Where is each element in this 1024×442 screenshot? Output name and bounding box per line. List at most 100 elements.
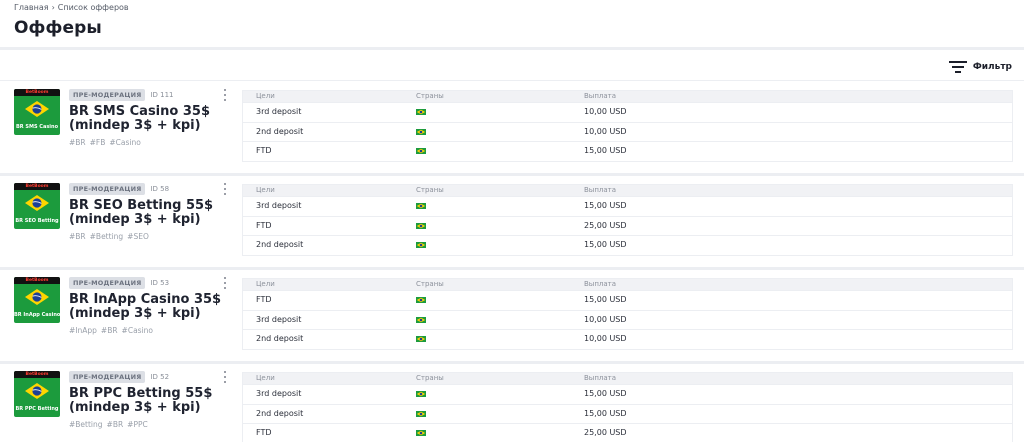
table-row: 3rd deposit 10,00 USD — [243, 309, 1012, 330]
table-row: 2nd deposit 15,00 USD — [243, 235, 1012, 255]
table-header: Цели Страны Выплата — [243, 91, 1012, 102]
table-row: FTD 15,00 USD — [243, 141, 1012, 161]
table-row: FTD 25,00 USD — [243, 215, 1012, 236]
offer-tag[interactable]: #FB — [90, 138, 106, 147]
brazil-flag-icon — [416, 242, 426, 248]
brazil-flag-icon — [416, 410, 426, 417]
offer-thumbnail[interactable]: BetBoom BR SMS Casino — [14, 89, 60, 135]
table-row: FTD 25,00 USD — [243, 423, 1012, 442]
payout-cell: 15,00 USD — [584, 146, 627, 155]
offer-tag[interactable]: #PPC — [127, 420, 148, 429]
offer-tag[interactable]: #Casino — [122, 326, 153, 335]
offer-card[interactable]: BetBoom BR PPC Betting ПРЕ-МОДЕРАЦИЯ ID … — [0, 364, 1024, 442]
chevron-right-icon: › — [51, 3, 55, 12]
payout-cell: 15,00 USD — [584, 295, 627, 304]
offer-title[interactable]: BR InApp Casino 35$ (mindep 3$ + kpi) — [69, 293, 234, 321]
column-header-payout: Выплата — [584, 92, 617, 100]
country-cell — [416, 203, 426, 209]
offer-id: ID 53 — [150, 279, 170, 287]
offer-tag[interactable]: #Casino — [109, 138, 140, 147]
goal-cell: 2nd deposit — [256, 126, 304, 136]
offer-card[interactable]: BetBoom BR InApp Casino ПРЕ-МОДЕРАЦИЯ ID… — [0, 270, 1024, 364]
payout-cell: 10,00 USD — [584, 107, 627, 116]
brazil-flag-icon — [23, 287, 51, 307]
offer-tag[interactable]: #BR — [101, 326, 118, 335]
more-options-icon[interactable] — [222, 277, 228, 289]
payout-cell: 10,00 USD — [584, 126, 627, 136]
offer-title[interactable]: BR SMS Casino 35$ (mindep 3$ + kpi) — [69, 105, 234, 133]
offer-tag[interactable]: #BR — [69, 138, 86, 147]
table-header: Цели Страны Выплата — [243, 373, 1012, 384]
country-cell — [416, 109, 426, 115]
offer-tags: #InApp #BR #Casino — [69, 326, 157, 335]
offer-tag[interactable]: #Betting — [90, 232, 124, 241]
offer-title[interactable]: BR SEO Betting 55$ (mindep 3$ + kpi) — [69, 199, 234, 227]
offer-thumbnail[interactable]: BetBoom BR InApp Casino — [14, 277, 60, 323]
brazil-flag-icon — [416, 336, 426, 342]
offer-tag[interactable]: #BR — [107, 420, 124, 429]
country-cell — [416, 242, 426, 248]
table-row: 2nd deposit 10,00 USD — [243, 121, 1012, 142]
column-header-payout: Выплата — [584, 374, 617, 382]
brazil-flag-icon — [416, 148, 426, 154]
goal-cell: 3rd deposit — [256, 314, 302, 324]
brazil-flag-icon — [23, 99, 51, 119]
more-options-icon[interactable] — [222, 183, 228, 195]
goal-cell: 2nd deposit — [256, 408, 304, 418]
goal-cell: FTD — [256, 295, 272, 304]
country-cell — [416, 222, 426, 229]
filter-button[interactable]: Фильтр — [948, 60, 1012, 74]
column-header-countries: Страны — [416, 280, 444, 288]
offer-list: BetBoom BR SMS Casino ПРЕ-МОДЕРАЦИЯ ID 1… — [0, 82, 1024, 442]
status-badge: ПРЕ-МОДЕРАЦИЯ — [69, 277, 146, 289]
offer-thumbnail[interactable]: BetBoom BR PPC Betting — [14, 371, 60, 417]
table-row: 3rd deposit 10,00 USD — [243, 102, 1012, 122]
thumbnail-caption: BR PPC Betting — [15, 406, 59, 412]
column-header-goals: Цели — [256, 186, 275, 194]
brazil-flag-icon — [416, 316, 426, 323]
more-options-icon[interactable] — [222, 89, 228, 101]
offer-card[interactable]: BetBoom BR SMS Casino ПРЕ-МОДЕРАЦИЯ ID 1… — [0, 82, 1024, 176]
goal-cell: 3rd deposit — [256, 389, 302, 398]
brazil-flag-icon — [416, 222, 426, 229]
offer-title[interactable]: BR PPC Betting 55$ (mindep 3$ + kpi) — [69, 387, 234, 415]
country-cell — [416, 297, 426, 303]
column-header-goals: Цели — [256, 280, 275, 288]
status-badge: ПРЕ-МОДЕРАЦИЯ — [69, 89, 146, 101]
offer-tags: #BR #FB #Casino — [69, 138, 145, 147]
payout-cell: 15,00 USD — [584, 201, 627, 210]
country-cell — [416, 316, 426, 323]
payout-cell: 15,00 USD — [584, 389, 627, 398]
country-cell — [416, 148, 426, 154]
offer-thumbnail[interactable]: BetBoom BR SEO Betting — [14, 183, 60, 229]
more-options-icon[interactable] — [222, 371, 228, 383]
country-cell — [416, 336, 426, 342]
goal-cell: 3rd deposit — [256, 201, 302, 210]
country-cell — [416, 391, 426, 397]
column-header-countries: Страны — [416, 374, 444, 382]
goal-cell: 3rd deposit — [256, 107, 302, 116]
payout-table: Цели Страны Выплата 3rd deposit 10,00 US… — [242, 90, 1013, 162]
payout-cell: 25,00 USD — [584, 220, 627, 230]
offer-tag[interactable]: #BR — [69, 232, 86, 241]
header-divider — [0, 47, 1024, 50]
goal-cell: 2nd deposit — [256, 334, 304, 343]
payout-cell: 10,00 USD — [584, 314, 627, 324]
table-header: Цели Страны Выплата — [243, 279, 1012, 290]
goal-cell: FTD — [256, 146, 272, 155]
offer-tag[interactable]: #InApp — [69, 326, 97, 335]
offer-tag[interactable]: #SEO — [127, 232, 149, 241]
brazil-flag-icon — [416, 109, 426, 115]
thumbnail-caption: BR InApp Casino — [14, 312, 60, 318]
country-cell — [416, 410, 426, 417]
breadcrumb-home-link[interactable]: Главная — [14, 3, 49, 12]
offer-tag[interactable]: #Betting — [69, 420, 103, 429]
offer-card[interactable]: BetBoom BR SEO Betting ПРЕ-МОДЕРАЦИЯ ID … — [0, 176, 1024, 270]
offer-id: ID 111 — [150, 91, 174, 99]
thumbnail-caption: BR SEO Betting — [15, 218, 59, 224]
offer-meta: ПРЕ-МОДЕРАЦИЯ ID 53 — [69, 277, 169, 289]
column-header-goals: Цели — [256, 92, 275, 100]
offer-id: ID 58 — [150, 185, 170, 193]
breadcrumb: Главная › Список офферов — [14, 3, 129, 12]
brazil-flag-icon — [23, 381, 51, 401]
